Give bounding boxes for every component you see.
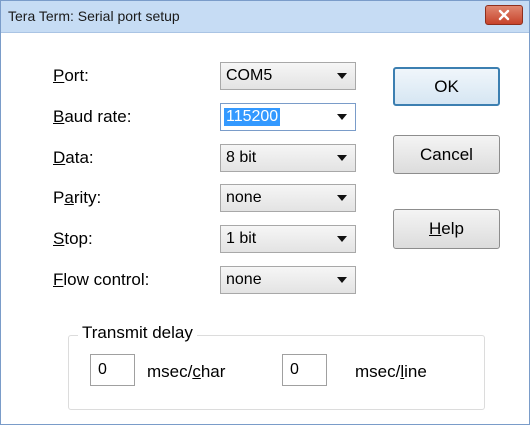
transmit-delay-label: Transmit delay xyxy=(78,323,197,343)
close-icon xyxy=(498,9,510,21)
dialog-body: Port: Baud rate: Data: Parity: Stop: Flo… xyxy=(2,33,528,423)
flow-control-select[interactable]: none xyxy=(220,266,356,294)
chevron-down-icon xyxy=(337,195,347,201)
parity-select[interactable]: none xyxy=(220,184,356,212)
baud-rate-label: Baud rate: xyxy=(53,107,132,126)
msec-char-field[interactable] xyxy=(90,354,135,386)
baud-rate-value: 115200 xyxy=(224,108,281,126)
close-button[interactable] xyxy=(485,5,523,25)
port-select[interactable]: COM5 xyxy=(220,62,356,90)
flow-control-value: none xyxy=(226,271,262,288)
data-select[interactable]: 8 bit xyxy=(220,144,356,172)
baud-rate-combobox[interactable]: 115200 xyxy=(220,103,356,131)
cancel-button[interactable]: Cancel xyxy=(393,135,500,174)
chevron-down-icon xyxy=(337,236,347,242)
msec-line-field[interactable] xyxy=(282,354,327,386)
msec-char-input[interactable] xyxy=(91,355,134,385)
flow-control-label: Flow control: xyxy=(53,270,150,289)
msec-line-input[interactable] xyxy=(283,355,326,385)
parity-value: none xyxy=(226,189,262,206)
ok-button[interactable]: OK xyxy=(393,67,500,106)
chevron-down-icon xyxy=(337,73,347,79)
stop-value: 1 bit xyxy=(226,230,257,247)
serial-port-setup-dialog: Tera Term: Serial port setup Port: Baud … xyxy=(0,0,530,425)
title-bar[interactable]: Tera Term: Serial port setup xyxy=(1,1,529,33)
window-title: Tera Term: Serial port setup xyxy=(8,8,180,24)
port-value: COM5 xyxy=(226,67,273,84)
chevron-down-icon xyxy=(337,155,347,161)
msec-line-label: msec/line xyxy=(355,362,427,381)
stop-label: Stop: xyxy=(53,229,93,248)
msec-char-label: msec/char xyxy=(147,362,226,381)
stop-select[interactable]: 1 bit xyxy=(220,225,356,253)
chevron-down-icon xyxy=(337,277,347,283)
port-label: Port: xyxy=(53,66,89,85)
help-button[interactable]: Help xyxy=(393,209,500,249)
data-label: Data: xyxy=(53,148,94,167)
parity-label: Parity: xyxy=(53,188,102,207)
data-value: 8 bit xyxy=(226,149,257,166)
chevron-down-icon[interactable] xyxy=(337,114,347,120)
